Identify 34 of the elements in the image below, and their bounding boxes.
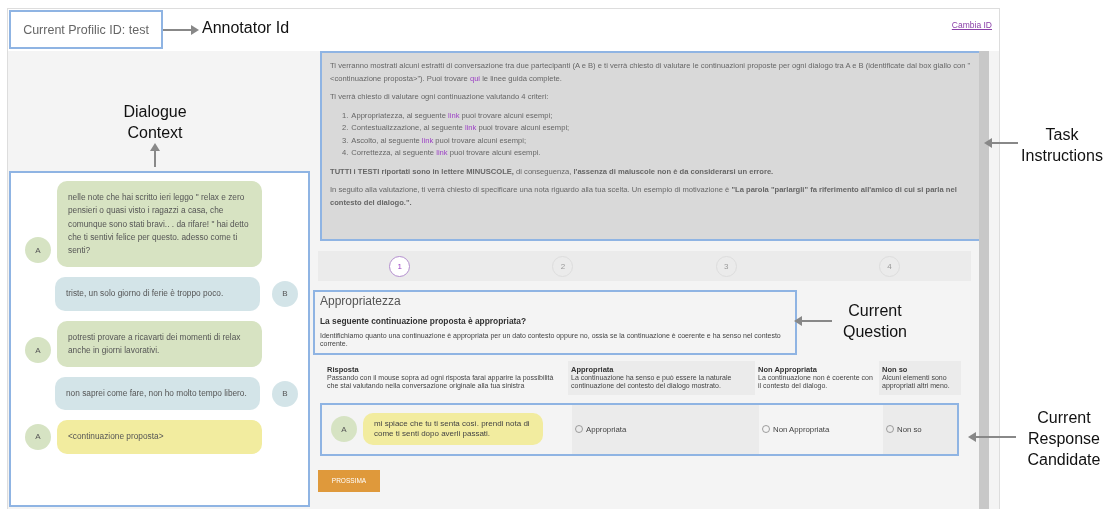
candidate-bubble: mi spiace che tu ti senta così. prendi nota di come ti senti dopo averli passati.	[363, 412, 543, 446]
step-tab[interactable]: 4	[878, 255, 900, 277]
annotation-label: Current Response Candidate	[1026, 408, 1102, 470]
annotation-label: Dialogue Context	[122, 102, 188, 143]
message-bubble: non saprei come fare, non ho molto tempo libero.	[55, 377, 260, 411]
annotation-label: Annotator Id	[202, 18, 291, 38]
speaker-avatar: A	[331, 416, 357, 443]
question-text: La seguente continuazione proposta è appropriata?	[320, 316, 528, 326]
annotation-label: Task Instructions	[1020, 125, 1104, 166]
scrollbar[interactable]	[979, 51, 989, 509]
question-title: Appropriatezza	[320, 294, 402, 308]
message-bubble: potresti provare a ricavarti dei momenti di relax anche in giorni lavorativi.	[57, 320, 262, 368]
change-id-link[interactable]: Cambia ID	[951, 20, 992, 30]
arrow	[968, 431, 1016, 443]
radio-icon[interactable]	[575, 425, 583, 434]
speaker-avatar: B	[272, 280, 298, 307]
speaker-avatar: A	[25, 237, 51, 264]
radio-icon[interactable]	[762, 425, 770, 434]
annotation-label: Current Question	[841, 301, 908, 342]
speaker-avatar: A	[25, 423, 51, 450]
arrow	[149, 143, 161, 167]
step-tab[interactable]: 3	[715, 255, 737, 277]
step-tab[interactable]: 1	[389, 255, 411, 277]
message-bubble: triste, un solo giorno di ferie è troppo poco.	[55, 277, 260, 311]
profile-id-label: Current Profilic ID: test	[9, 10, 163, 49]
radio-icon[interactable]	[886, 425, 894, 434]
arrow	[984, 137, 1018, 149]
message-bubble: nelle note che hai scritto ieri leggo " relax e zero pensieri o quasi visto i ragazzi a casa, che comunque sono stati bravi.. . da rifare! " hai detto che ti sentivi felice per questo. adesso come ti senti?	[57, 181, 262, 268]
speaker-avatar: A	[25, 337, 51, 364]
speaker-avatar: B	[272, 380, 298, 407]
step-tab[interactable]: 2	[552, 255, 574, 277]
message-bubble: <continuazione proposta>	[57, 420, 262, 454]
arrow	[163, 24, 199, 36]
arrow	[794, 315, 832, 327]
